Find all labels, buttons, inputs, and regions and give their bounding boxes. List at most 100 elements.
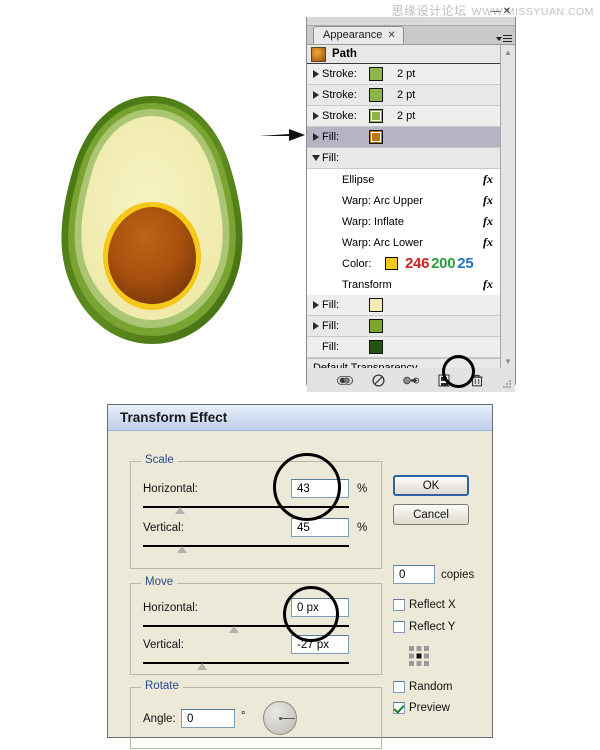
- sphere-to-circle-icon: [403, 376, 419, 384]
- move-group: Move Horizontal: 0 px Vertical: -27 px: [130, 576, 382, 675]
- appearance-panel-scrollbar[interactable]: ▲ ▼: [500, 45, 515, 368]
- appearance-row-stroke-1[interactable]: Stroke: 2 pt: [307, 64, 501, 85]
- move-vertical-slider-track[interactable]: [143, 662, 349, 664]
- row-label: Stroke:: [322, 68, 357, 80]
- scroll-down-arrow-icon[interactable]: ▼: [502, 354, 515, 368]
- row-label: Fill:: [322, 131, 340, 143]
- rotate-group: Rotate Angle: 0 °: [130, 680, 382, 749]
- reference-point-selector[interactable]: [408, 645, 430, 667]
- disclosure-triangle-icon[interactable]: [310, 133, 322, 141]
- preview-checkbox[interactable]: Preview: [393, 702, 450, 714]
- panel-tab-row: Appearance ✕: [307, 26, 515, 45]
- fx-icon[interactable]: fx: [483, 214, 493, 229]
- move-horizontal-slider-track[interactable]: [143, 625, 349, 627]
- row-label: Fill:: [322, 299, 340, 311]
- cancel-button[interactable]: Cancel: [393, 504, 469, 525]
- appearance-row-stroke-3[interactable]: Stroke: 2 pt: [307, 106, 501, 127]
- window-controls[interactable]: —✕: [491, 7, 513, 17]
- screenshot-root: 思缘设计论坛 WWW.MISSYUAN.COM —✕ Appearance ✕ …: [0, 0, 600, 750]
- stroke-color-swatch[interactable]: [369, 67, 383, 81]
- appearance-default-transparency-row[interactable]: Default Transparency: [307, 358, 501, 368]
- dial-hand: [280, 718, 295, 719]
- rotate-angle-dial[interactable]: [263, 701, 297, 735]
- appearance-row-fill-cream[interactable]: Fill:: [307, 295, 501, 316]
- scroll-up-arrow-icon[interactable]: ▲: [502, 45, 515, 59]
- fx-icon[interactable]: fx: [483, 277, 493, 292]
- tab-appearance[interactable]: Appearance ✕: [313, 26, 404, 44]
- scale-horizontal-label: Horizontal:: [143, 483, 198, 495]
- disclosure-triangle-icon[interactable]: [310, 322, 322, 330]
- tab-close-icon[interactable]: ✕: [387, 30, 395, 41]
- disclosure-triangle-icon[interactable]: [310, 155, 322, 161]
- arrow-pointer-icon: [259, 126, 307, 144]
- scale-group: Scale Horizontal: 43 % Vertical: 45 %: [130, 454, 382, 569]
- appearance-transform-row[interactable]: Transform fx: [307, 274, 501, 295]
- arrow-pointer-svg: [259, 129, 305, 141]
- scale-horizontal-input[interactable]: 43: [291, 479, 349, 498]
- appearance-row-fill-active[interactable]: Fill:: [307, 127, 501, 148]
- row-label: Fill:: [322, 341, 340, 353]
- appearance-effect-ellipse[interactable]: Ellipse fx: [307, 169, 501, 190]
- disclosure-triangle-icon[interactable]: [310, 91, 322, 99]
- fx-icon[interactable]: fx: [483, 235, 493, 250]
- hamburger-icon: [503, 35, 512, 42]
- delete-selected-item-button[interactable]: [469, 373, 485, 388]
- disclosure-triangle-icon[interactable]: [310, 70, 322, 78]
- scale-vertical-slider-track[interactable]: [143, 545, 349, 547]
- stroke-color-swatch[interactable]: [369, 88, 383, 102]
- resize-grip-icon[interactable]: [503, 380, 512, 389]
- random-checkbox[interactable]: Random: [393, 681, 452, 693]
- no-entry-icon: [371, 373, 385, 387]
- appearance-row-stroke-2[interactable]: Stroke: 2 pt: [307, 85, 501, 106]
- disclosure-triangle-icon[interactable]: [310, 301, 322, 309]
- effect-label: Ellipse: [342, 173, 375, 186]
- scale-horizontal-slider-thumb[interactable]: [175, 507, 185, 514]
- scale-vertical-input[interactable]: 45: [291, 518, 349, 537]
- row-label: Fill:: [322, 152, 340, 164]
- fill-color-swatch[interactable]: [369, 130, 383, 144]
- color-swatch[interactable]: [385, 257, 399, 270]
- appearance-target-label: Path: [332, 48, 357, 60]
- appearance-effect-warp-inflate[interactable]: Warp: Inflate fx: [307, 211, 501, 232]
- close-icon[interactable]: ✕: [503, 6, 513, 17]
- rgb-red-value: 246: [405, 255, 430, 272]
- color-label: Color:: [342, 257, 372, 270]
- stroke-weight-value[interactable]: 2 pt: [397, 110, 415, 122]
- appearance-color-row[interactable]: Color: 246 200 25: [307, 253, 501, 274]
- reflect-y-label: Reflect Y: [409, 621, 456, 633]
- appearance-effect-warp-arc-lower[interactable]: Warp: Arc Lower fx: [307, 232, 501, 253]
- reflect-x-checkbox[interactable]: Reflect X: [393, 599, 456, 611]
- transform-effect-dialog: Transform Effect Scale Horizontal: 43 % …: [107, 404, 493, 749]
- scale-vertical-slider-thumb[interactable]: [177, 546, 187, 553]
- panel-menu-icon[interactable]: [496, 35, 512, 42]
- minimize-icon[interactable]: —: [491, 6, 503, 17]
- move-horizontal-slider-thumb[interactable]: [229, 626, 239, 633]
- duplicate-selected-item-button[interactable]: [436, 373, 452, 388]
- reduce-to-basic-appearance-button[interactable]: [403, 373, 419, 388]
- rotate-angle-input[interactable]: 0: [181, 709, 235, 728]
- appearance-row-fill-expanded[interactable]: Fill:: [307, 148, 501, 169]
- clear-appearance-button[interactable]: [370, 373, 386, 388]
- appearance-row-fill-green[interactable]: Fill:: [307, 316, 501, 337]
- fx-icon[interactable]: fx: [483, 193, 493, 208]
- appearance-effect-warp-arc-upper[interactable]: Warp: Arc Upper fx: [307, 190, 501, 211]
- fill-color-swatch[interactable]: [369, 340, 383, 354]
- stroke-color-swatch[interactable]: [369, 109, 383, 123]
- ok-button[interactable]: OK: [393, 475, 469, 496]
- stroke-weight-value[interactable]: 2 pt: [397, 68, 415, 80]
- move-vertical-input[interactable]: -27 px: [291, 635, 349, 654]
- new-art-has-basic-appearance-button[interactable]: [337, 373, 353, 388]
- move-vertical-slider-thumb[interactable]: [197, 663, 207, 670]
- reflect-y-checkbox[interactable]: Reflect Y: [393, 621, 455, 633]
- fx-icon[interactable]: fx: [483, 172, 493, 187]
- copies-input[interactable]: 0: [393, 565, 435, 584]
- appearance-row-fill-darkgreen[interactable]: Fill:: [307, 337, 501, 358]
- fill-color-swatch[interactable]: [369, 298, 383, 312]
- fill-color-swatch[interactable]: [369, 319, 383, 333]
- move-horizontal-input[interactable]: 0 px: [291, 598, 349, 617]
- scale-horizontal-slider-track[interactable]: [143, 506, 349, 508]
- checkbox-box: [393, 599, 405, 611]
- stroke-weight-value[interactable]: 2 pt: [397, 89, 415, 101]
- disclosure-triangle-icon[interactable]: [310, 112, 322, 120]
- avocado-half-illustration: [40, 92, 265, 352]
